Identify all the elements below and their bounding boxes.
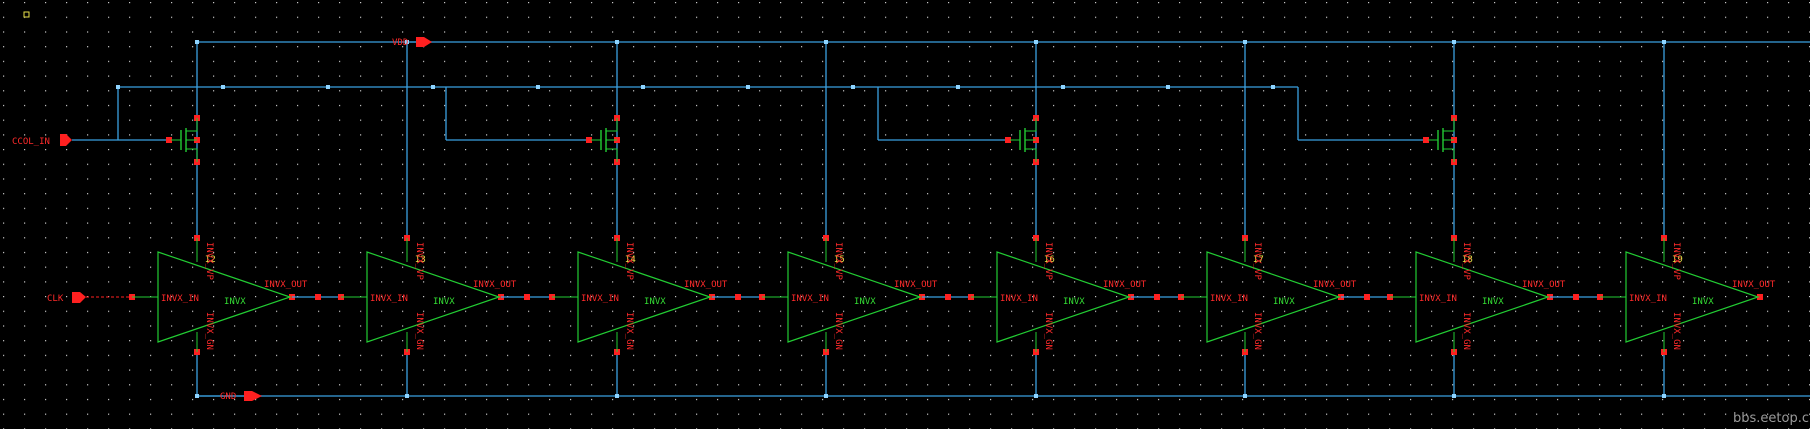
junction-dot xyxy=(615,40,619,44)
gn-pin-label: INVX_GN xyxy=(1043,312,1053,350)
out-pin-label: INVX_OUT xyxy=(1732,280,1776,290)
in-pin-label: INVX_IN xyxy=(1419,294,1457,304)
cell-name-label: INVX xyxy=(854,297,876,307)
schematic-canvas[interactable]: INVX_IN INVX_OUT INVX I2 INVX_VP INVX_GN INVX_… xyxy=(0,0,1810,429)
out-pin-label: INVX_OUT xyxy=(894,280,938,290)
junction-dot xyxy=(641,85,645,89)
junction-dot xyxy=(1662,40,1666,44)
in-pin-label: INVX_IN xyxy=(1629,294,1667,304)
out-pin-label: INVX_OUT xyxy=(1103,280,1147,290)
junction-dot xyxy=(851,85,855,89)
watermark: bbs.eetop.cn xyxy=(1733,411,1810,426)
out-pin-label: INVX_OUT xyxy=(1313,280,1357,290)
junction-dot xyxy=(746,85,750,89)
junction-dot xyxy=(195,40,199,44)
junction-dot xyxy=(956,85,960,89)
junction-dot xyxy=(1034,40,1038,44)
junction-dot xyxy=(1243,394,1247,398)
in-pin-label: INVX_IN xyxy=(161,294,199,304)
in-pin-label: INVX_IN xyxy=(581,294,619,304)
cell-name-label: INVX xyxy=(1482,297,1504,307)
junction-dot xyxy=(824,394,828,398)
clk-port-label: CLK xyxy=(47,294,64,304)
net-dot xyxy=(1364,294,1370,300)
cell-name-label: INVX xyxy=(1273,297,1295,307)
junction-dot xyxy=(824,40,828,44)
junction-dot xyxy=(1034,394,1038,398)
cell-name-label: INVX xyxy=(1063,297,1085,307)
out-pin-label: INVX_OUT xyxy=(684,280,728,290)
gn-pin-label: INVX_GN xyxy=(1252,312,1262,350)
junction-dot xyxy=(116,85,120,89)
in-pin-label: INVX_IN xyxy=(791,294,829,304)
out-pin-label: INVX_OUT xyxy=(264,280,308,290)
net-dot xyxy=(1573,294,1579,300)
net-dot xyxy=(945,294,951,300)
net-dot xyxy=(315,294,321,300)
junction-dot xyxy=(1271,85,1275,89)
vp-pin-label: INVX_VP xyxy=(833,242,843,281)
vp-pin-label: INVX_VP xyxy=(1043,242,1053,281)
junction-dot xyxy=(195,394,199,398)
in-pin-label: INVX_IN xyxy=(370,294,408,304)
junction-dot xyxy=(1452,394,1456,398)
gn-pin-label: INVX_GN xyxy=(1461,312,1471,350)
out-pin-label: INVX_OUT xyxy=(473,280,517,290)
junction-dot xyxy=(405,394,409,398)
in-pin-label: INVX_IN xyxy=(1210,294,1248,304)
junction-dot xyxy=(615,394,619,398)
net-dot xyxy=(524,294,530,300)
junction-dot xyxy=(536,85,540,89)
gn-pin-label: INVX_GN xyxy=(833,312,843,350)
vp-pin-label: INVX_VP xyxy=(1461,242,1471,281)
net-dot xyxy=(1154,294,1160,300)
junction-dot xyxy=(326,85,330,89)
vp-pin-label: INVX_VP xyxy=(1252,242,1262,281)
gn-pin-label: INVX_GN xyxy=(204,312,214,350)
vp-pin-label: INVX_VP xyxy=(204,242,214,281)
vp-pin-label: INVX_VP xyxy=(624,242,634,281)
out-pin-label: INVX_OUT xyxy=(1522,280,1566,290)
vp-pin-label: INVX_VP xyxy=(1671,242,1681,281)
grid-background xyxy=(0,0,1810,429)
gn-pin-label: INVX_GN xyxy=(624,312,634,350)
vdd-port-label: VDD xyxy=(392,38,408,48)
gn-pin-label: INVX_GN xyxy=(414,312,424,350)
junction-dot xyxy=(1166,85,1170,89)
gnd-port-label: GND xyxy=(220,392,236,402)
junction-dot xyxy=(1243,40,1247,44)
junction-dot xyxy=(1662,394,1666,398)
junction-dot xyxy=(221,85,225,89)
cell-name-label: INVX xyxy=(1692,297,1714,307)
vp-pin-label: INVX_VP xyxy=(414,242,424,281)
cell-name-label: INVX xyxy=(224,297,246,307)
cell-name-label: INVX xyxy=(433,297,455,307)
in-pin-label: INVX_IN xyxy=(1000,294,1038,304)
junction-dot xyxy=(431,85,435,89)
gn-pin-label: INVX_GN xyxy=(1671,312,1681,350)
junction-dot xyxy=(1061,85,1065,89)
cell-name-label: INVX xyxy=(644,297,666,307)
junction-dot xyxy=(1452,40,1456,44)
net-dot xyxy=(735,294,741,300)
ccol-in-port-label: CCOL_IN xyxy=(12,137,50,147)
